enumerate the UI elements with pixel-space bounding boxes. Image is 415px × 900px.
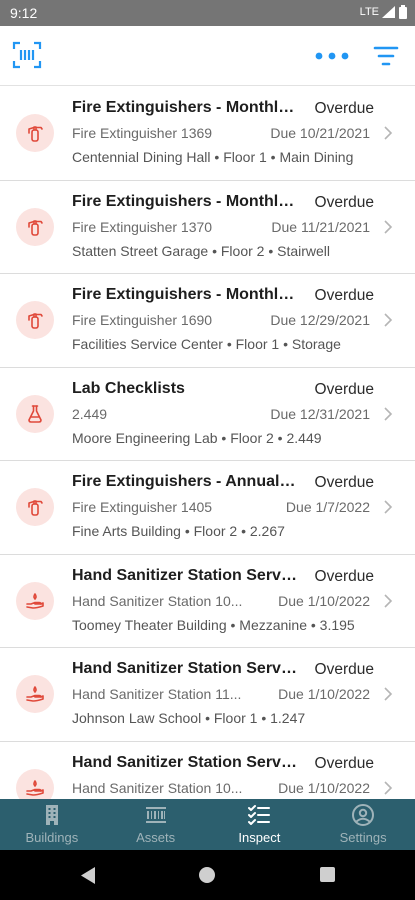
location: Statten Street Garage • Floor 2 • Stairw… xyxy=(72,242,331,259)
inspection-row[interactable]: Hand Sanitizer Station Service Overdue Han… xyxy=(0,742,415,799)
inspection-row[interactable]: Fire Extinguishers - Annual Maintenance O… xyxy=(0,461,415,555)
inspection-title: Fire Extinguishers - Annual Maintenance xyxy=(72,473,298,490)
nav-label: Settings xyxy=(339,830,387,845)
inspection-row[interactable]: Hand Sanitizer Station Service Overdue Han… xyxy=(0,648,415,742)
flask-icon xyxy=(16,394,54,433)
nav-assets[interactable]: Assets xyxy=(104,799,208,850)
asset-name: Hand Sanitizer Station 10... xyxy=(72,779,243,796)
status-badge: Overdue xyxy=(314,661,374,678)
asset-name: Fire Extinguisher 1690 xyxy=(72,312,213,328)
inspection-title: Fire Extinguishers - Monthly Inspection xyxy=(72,192,298,210)
inspection-title: Lab Checklists xyxy=(72,379,185,397)
location: Fine Arts Building • Floor 2 • 2.267 xyxy=(72,523,285,539)
nav-label: Buildings xyxy=(25,830,79,845)
inspection-title: Hand Sanitizer Station Service xyxy=(72,753,298,771)
inspection-title: Hand Sanitizer Station Service xyxy=(72,660,298,677)
barcode-scan-button[interactable] xyxy=(12,40,42,70)
nav-inspect[interactable]: Inspect xyxy=(208,799,312,850)
nav-buildings[interactable]: Buildings xyxy=(0,799,104,850)
account-circle-icon xyxy=(351,803,375,827)
top-app-bar xyxy=(0,26,415,86)
network-type: LTE xyxy=(359,6,379,18)
signal-icon xyxy=(382,6,395,18)
barcode-icon xyxy=(144,803,168,827)
fire-extinguisher-icon xyxy=(16,488,54,526)
status-badge: Overdue xyxy=(314,193,374,211)
more-options-button[interactable] xyxy=(313,45,351,67)
location: Facilities Service Center • Floor 1 • St… xyxy=(72,336,341,352)
status-icons: LTE xyxy=(360,5,407,19)
inspection-title: Hand Sanitizer Station Service xyxy=(72,566,298,584)
status-time: 9:12 xyxy=(10,5,38,21)
status-badge: Overdue xyxy=(314,474,374,491)
chevron-right-icon xyxy=(384,500,393,514)
system-navigation-bar xyxy=(0,850,415,900)
status-badge: Overdue xyxy=(314,567,374,585)
inspection-row[interactable]: Fire Extinguishers - Monthly Inspection O… xyxy=(0,181,415,274)
nav-label: Assets xyxy=(136,830,176,845)
chevron-right-icon xyxy=(384,126,393,140)
location: Toomey Theater Building • Mezzanine • 3.… xyxy=(72,616,355,633)
due-date: Due 12/31/2021 xyxy=(270,405,370,422)
bottom-navigation: Buildings Assets Inspect Settings xyxy=(0,799,415,850)
asset-name: Fire Extinguisher 1369 xyxy=(72,125,213,141)
asset-name: Hand Sanitizer Station 10... xyxy=(72,592,243,609)
chevron-right-icon xyxy=(384,219,393,234)
fire-extinguisher-icon xyxy=(16,114,54,152)
building-icon xyxy=(40,803,64,827)
filter-icon xyxy=(373,46,399,66)
fire-extinguisher-icon xyxy=(16,207,54,246)
more-horizontal-icon xyxy=(315,52,349,60)
due-date: Due 1/10/2022 xyxy=(278,686,370,702)
status-badge: Overdue xyxy=(314,380,374,398)
asset-name: Hand Sanitizer Station 11... xyxy=(72,686,242,702)
location: Centennial Dining Hall • Floor 1 • Main … xyxy=(72,149,354,165)
home-icon[interactable] xyxy=(199,867,215,883)
inspection-title: Fire Extinguishers - Monthly Inspection xyxy=(72,99,298,116)
inspection-row[interactable]: Lab Checklists Overdue 2.449 Due 12/31/2021… xyxy=(0,368,415,461)
chevron-right-icon xyxy=(384,593,393,608)
status-badge: Overdue xyxy=(314,100,374,117)
due-date: Due 1/7/2022 xyxy=(285,499,370,515)
nav-label: Inspect xyxy=(238,830,281,845)
chevron-right-icon xyxy=(384,780,393,795)
asset-name: Fire Extinguisher 1370 xyxy=(72,218,213,235)
hand-sanitizer-icon xyxy=(16,581,54,620)
inspection-list: Fire Extinguishers - Monthly Inspection O… xyxy=(0,87,415,799)
due-date: Due 10/21/2021 xyxy=(270,125,370,141)
back-icon[interactable] xyxy=(80,867,96,884)
checklist-icon xyxy=(247,803,271,827)
filter-button[interactable] xyxy=(372,42,400,70)
nav-settings[interactable]: Settings xyxy=(311,799,415,850)
chevron-right-icon xyxy=(384,687,393,701)
due-date: Due 1/10/2022 xyxy=(278,779,370,796)
asset-name: Fire Extinguisher 1405 xyxy=(72,499,213,515)
status-bar: 9:12 LTE xyxy=(0,0,415,26)
status-badge: Overdue xyxy=(314,287,374,304)
hand-sanitizer-icon xyxy=(16,768,54,799)
inspection-row[interactable]: Fire Extinguishers - Monthly Inspection O… xyxy=(0,87,415,181)
inspection-row[interactable]: Fire Extinguishers - Monthly Inspection O… xyxy=(0,274,415,368)
recent-apps-icon[interactable] xyxy=(320,867,335,882)
barcode-scan-icon xyxy=(12,41,42,69)
location: Johnson Law School • Floor 1 • 1.247 xyxy=(72,710,306,726)
chevron-right-icon xyxy=(384,406,393,421)
due-date: Due 1/10/2022 xyxy=(278,592,370,609)
location: Moore Engineering Lab • Floor 2 • 2.449 xyxy=(72,429,322,446)
inspection-title: Fire Extinguishers - Monthly Inspection xyxy=(72,286,298,303)
hand-sanitizer-icon xyxy=(16,675,54,713)
battery-icon xyxy=(399,5,407,19)
inspection-row[interactable]: Hand Sanitizer Station Service Overdue Han… xyxy=(0,555,415,648)
due-date: Due 12/29/2021 xyxy=(270,312,370,328)
asset-name: 2.449 xyxy=(72,405,108,422)
fire-extinguisher-icon xyxy=(16,301,54,339)
due-date: Due 11/21/2021 xyxy=(271,218,370,235)
chevron-right-icon xyxy=(384,313,393,327)
status-badge: Overdue xyxy=(314,754,374,772)
